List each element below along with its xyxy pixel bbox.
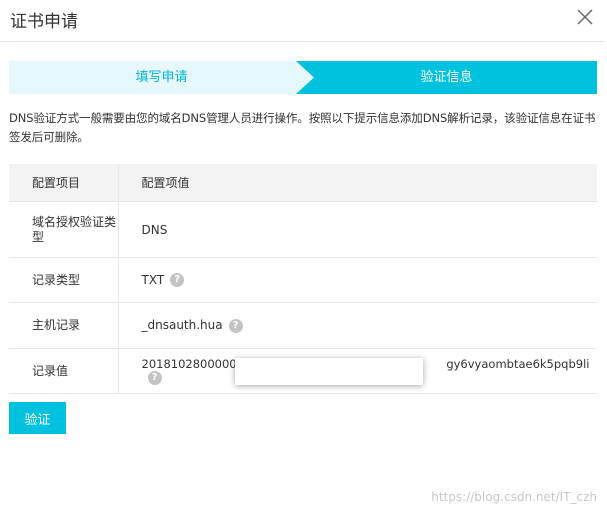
row-value-cell: TXT?: [118, 257, 597, 303]
step-indicator: 填写申请 验证信息: [9, 61, 597, 94]
column-header-item: 配置项目: [9, 164, 119, 202]
table-row: 域名授权验证类型 DNS: [9, 201, 597, 258]
table-header-row: 配置项目 配置项值: [9, 164, 597, 202]
row-value: TXT: [141, 272, 165, 287]
table-row: 主机记录 _dnsauth.hua?: [9, 302, 597, 349]
row-value: _dnsauth.hua: [141, 318, 223, 333]
question-circle-icon[interactable]: ?: [147, 371, 162, 386]
row-label: 域名授权验证类型: [9, 201, 119, 258]
watermark: https://blog.csdn.net/IT_czh: [431, 490, 597, 504]
row-value: DNS: [118, 201, 597, 258]
step-verify-info: 验证信息: [420, 70, 473, 85]
close-icon[interactable]: [575, 7, 595, 27]
dns-instructions: DNS验证方式一般需要由您的域名DNS管理人员进行操作。按照以下提示信息添加DN…: [9, 111, 596, 144]
row-label: 记录类型: [9, 257, 119, 303]
redaction-box: [235, 358, 423, 385]
row-value-cell: _dnsauth.hua?: [118, 302, 597, 349]
table-row: 记录类型 TXT?: [9, 257, 597, 303]
verify-button[interactable]: 验证: [9, 402, 66, 434]
dialog-title: 证书申请: [10, 12, 78, 32]
step-fill-application: 填写申请: [135, 70, 188, 85]
question-circle-icon[interactable]: ?: [228, 318, 243, 333]
column-header-value: 配置项值: [118, 164, 597, 202]
record-value-suffix: gy6vyaombtae6k5pqb9li: [446, 356, 590, 371]
dialog-header: 证书申请: [0, 0, 605, 42]
row-label: 记录值: [9, 348, 119, 394]
row-label: 主机记录: [9, 302, 119, 349]
question-circle-icon[interactable]: ?: [170, 273, 185, 288]
